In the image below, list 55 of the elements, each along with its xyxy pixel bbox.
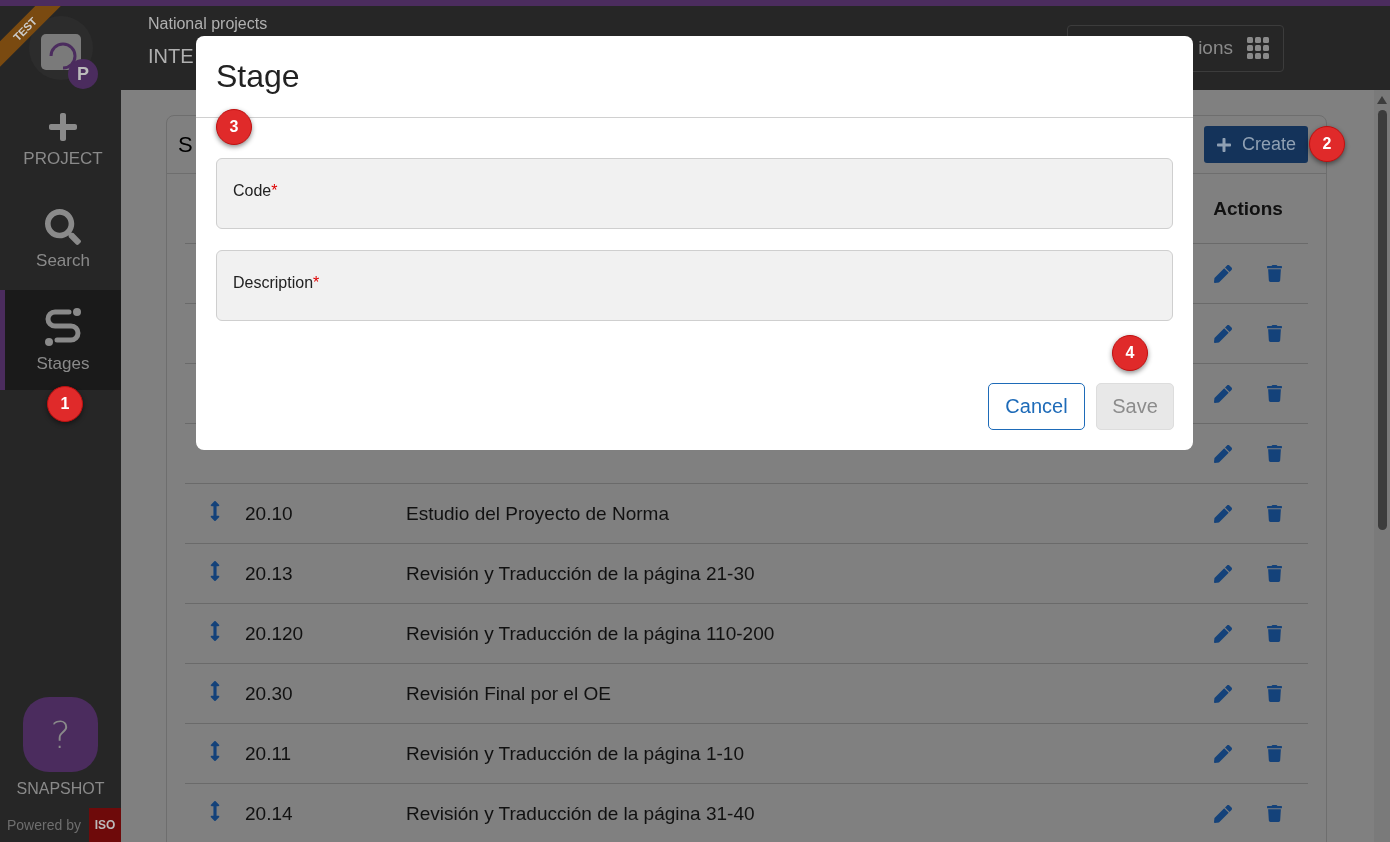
- trash-icon[interactable]: [1265, 564, 1283, 583]
- plus-icon: [47, 111, 79, 143]
- edit-icon[interactable]: [1213, 744, 1232, 763]
- help-label: SNAPSHOT: [16, 780, 105, 798]
- card-title: S: [178, 131, 193, 158]
- scroll-up-arrow-icon[interactable]: [1377, 96, 1387, 104]
- edit-icon[interactable]: [1213, 504, 1232, 523]
- edit-icon[interactable]: [1213, 624, 1232, 643]
- dialog-title: Stage: [216, 58, 300, 95]
- grid-icon: [1247, 37, 1269, 59]
- iso-logo: ISO: [89, 808, 121, 842]
- trash-icon[interactable]: [1265, 444, 1283, 463]
- trash-icon[interactable]: [1265, 804, 1283, 823]
- help-button[interactable]: ?: [23, 697, 98, 772]
- trash-icon[interactable]: [1265, 264, 1283, 283]
- edit-icon[interactable]: [1213, 444, 1232, 463]
- edit-icon[interactable]: [1213, 804, 1232, 823]
- description-cell-text: Revisión y Traducción de la página 31-40: [406, 802, 756, 825]
- trash-icon[interactable]: [1265, 624, 1283, 643]
- trash-icon[interactable]: [1265, 684, 1283, 703]
- project-title: INTE: [148, 45, 195, 68]
- nav-item[interactable]: Search: [0, 190, 121, 290]
- nav-item[interactable]: Stages: [0, 290, 121, 390]
- section-title: National projects: [148, 15, 269, 33]
- logo-badge: P: [68, 59, 98, 89]
- code-cell-text: 20.14: [245, 802, 294, 825]
- description-cell-text: Revisión y Traducción de la página 1-10: [406, 742, 745, 765]
- nav-item[interactable]: PROJECT: [0, 90, 121, 190]
- trash-icon[interactable]: [1265, 744, 1283, 763]
- description-cell-text: Estudio del Proyecto de Norma: [406, 502, 670, 525]
- input-field[interactable]: Code*: [216, 158, 1173, 229]
- powered-by-text: Powered by: [7, 817, 81, 833]
- edit-icon[interactable]: [1213, 564, 1232, 583]
- code-cell-text: 20.13: [245, 562, 294, 585]
- column-header: Actions: [1212, 197, 1284, 220]
- trash-icon[interactable]: [1265, 384, 1283, 403]
- trash-icon[interactable]: [1265, 504, 1283, 523]
- edit-icon[interactable]: [1213, 264, 1232, 283]
- description-cell-text: Revisión y Traducción de la página 110-200: [406, 622, 776, 645]
- code-cell-text: 20.11: [245, 742, 293, 765]
- search-icon: [45, 209, 81, 245]
- edit-icon[interactable]: [1213, 684, 1232, 703]
- plus-icon: [1215, 136, 1232, 153]
- trash-icon[interactable]: [1265, 324, 1283, 343]
- edit-icon[interactable]: [1213, 324, 1232, 343]
- cancel-button[interactable]: Cancel: [988, 383, 1085, 430]
- code-cell-text: 20.120: [245, 622, 305, 645]
- description-cell-text: Revisión Final por el OE: [406, 682, 612, 705]
- code-cell-text: 20.30: [245, 682, 294, 705]
- edit-icon[interactable]: [1213, 384, 1232, 403]
- description-cell-text: Revisión y Traducción de la página 21-30: [406, 562, 756, 585]
- input-field[interactable]: Description*: [216, 250, 1173, 321]
- scrollbar[interactable]: [1374, 90, 1390, 842]
- code-cell-text: 20.10: [245, 502, 294, 525]
- create-button[interactable]: Create: [1203, 126, 1308, 163]
